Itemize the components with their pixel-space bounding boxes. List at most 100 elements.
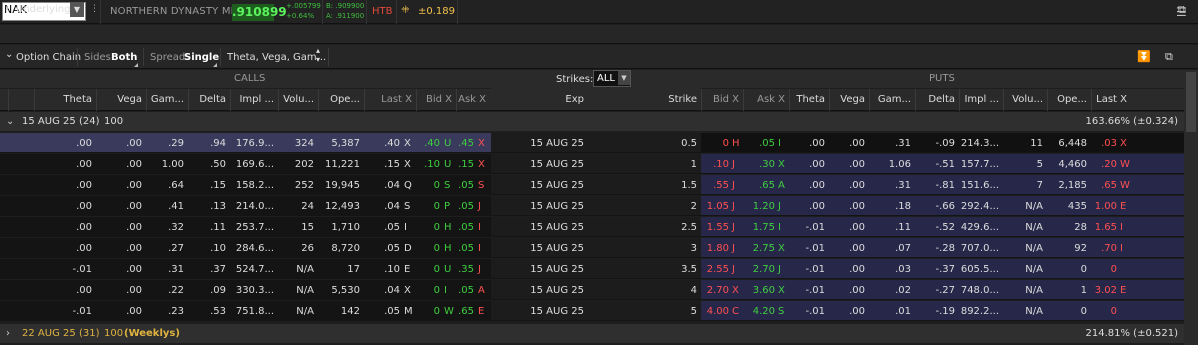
- put-bid[interactable]: 2.70: [701, 285, 729, 296]
- put-cell[interactable]: 7: [1003, 180, 1043, 191]
- put-cell[interactable]: N/A: [1003, 222, 1043, 233]
- put-cell[interactable]: .00: [829, 306, 865, 317]
- call-cell[interactable]: .41: [146, 201, 184, 212]
- call-price[interactable]: .35: [456, 264, 474, 275]
- put-cell[interactable]: .00: [829, 285, 865, 296]
- put-cell[interactable]: 429.6...: [959, 222, 999, 233]
- call-cell[interactable]: 5,530: [318, 285, 360, 296]
- put-cell[interactable]: -.19: [915, 306, 955, 317]
- call-cell[interactable]: .00: [96, 285, 142, 296]
- put-bid[interactable]: 1.80: [701, 243, 729, 254]
- detach-icon[interactable]: ⧉: [1178, 3, 1186, 17]
- put-last[interactable]: 1.00: [1091, 201, 1117, 212]
- call-cell[interactable]: 142: [318, 306, 360, 317]
- put-cell[interactable]: 1.06: [869, 159, 911, 170]
- call-cell[interactable]: .11: [188, 222, 226, 233]
- put-last[interactable]: 0: [1091, 306, 1117, 317]
- put-cell[interactable]: -.01: [789, 285, 825, 296]
- put-cell[interactable]: -.01: [789, 222, 825, 233]
- call-cell[interactable]: .64: [146, 180, 184, 191]
- call-cell[interactable]: 158.2...: [230, 180, 274, 191]
- put-cell[interactable]: .00: [829, 201, 865, 212]
- call-price[interactable]: .15: [364, 159, 400, 170]
- stepper-icon[interactable]: ▴ ▾: [316, 46, 320, 64]
- exp-column-header[interactable]: Exp: [491, 94, 584, 105]
- call-cell[interactable]: 26: [278, 243, 314, 254]
- put-cell[interactable]: N/A: [1003, 264, 1043, 275]
- put-cell[interactable]: 0: [1047, 264, 1087, 275]
- call-price[interactable]: .04: [364, 180, 400, 191]
- put-cell[interactable]: -.01: [789, 306, 825, 317]
- put-ask[interactable]: 2.75: [743, 243, 775, 254]
- call-price[interactable]: .05: [364, 243, 400, 254]
- call-cell[interactable]: 284.6...: [230, 243, 274, 254]
- put-column-header[interactable]: Ope...: [1047, 94, 1087, 105]
- call-price[interactable]: 0: [416, 264, 440, 275]
- call-cell[interactable]: .22: [146, 285, 184, 296]
- call-cell[interactable]: N/A: [278, 306, 314, 317]
- put-cell[interactable]: .01: [869, 306, 911, 317]
- call-cell[interactable]: 24: [278, 201, 314, 212]
- put-ask[interactable]: .65: [743, 180, 775, 191]
- put-cell[interactable]: N/A: [1003, 285, 1043, 296]
- put-column-header[interactable]: Delta: [915, 94, 955, 105]
- call-cell[interactable]: -.01: [34, 306, 92, 317]
- call-price[interactable]: .15: [456, 159, 474, 170]
- call-cell[interactable]: .50: [188, 159, 226, 170]
- put-bid[interactable]: .10: [701, 159, 729, 170]
- call-price[interactable]: .65: [456, 306, 474, 317]
- put-cell[interactable]: -.28: [915, 243, 955, 254]
- detach-icon[interactable]: ⧉: [1165, 50, 1173, 64]
- put-cell[interactable]: .07: [869, 243, 911, 254]
- put-column-header[interactable]: Vega: [829, 94, 865, 105]
- put-last[interactable]: .03: [1091, 138, 1117, 149]
- put-cell[interactable]: -.09: [915, 138, 955, 149]
- call-price[interactable]: .05: [456, 222, 474, 233]
- call-cell[interactable]: 214.0...: [230, 201, 274, 212]
- call-column-header[interactable]: Bid X: [416, 94, 452, 105]
- call-column-header[interactable]: Volu...: [278, 94, 314, 105]
- put-cell[interactable]: -.01: [789, 243, 825, 254]
- put-cell[interactable]: .00: [829, 264, 865, 275]
- put-cell[interactable]: N/A: [1003, 243, 1043, 254]
- call-cell[interactable]: 11,221: [318, 159, 360, 170]
- call-price[interactable]: .40: [416, 138, 440, 149]
- call-cell[interactable]: .00: [34, 159, 92, 170]
- put-ask[interactable]: 4.20: [743, 306, 775, 317]
- underlying-section[interactable]: [0, 25, 1198, 44]
- put-bid[interactable]: 1.05: [701, 201, 729, 212]
- call-price[interactable]: .40: [364, 138, 400, 149]
- put-cell[interactable]: 151.6...: [959, 180, 999, 191]
- call-cell[interactable]: .00: [34, 201, 92, 212]
- put-cell[interactable]: .00: [829, 180, 865, 191]
- call-cell[interactable]: 1,710: [318, 222, 360, 233]
- call-column-header[interactable]: Ope...: [318, 94, 360, 105]
- put-cell[interactable]: 6,448: [1047, 138, 1087, 149]
- call-cell[interactable]: .29: [146, 138, 184, 149]
- call-cell[interactable]: N/A: [278, 264, 314, 275]
- put-last[interactable]: .20: [1091, 159, 1117, 170]
- call-price[interactable]: 0: [416, 201, 440, 212]
- call-cell[interactable]: 15: [278, 222, 314, 233]
- put-cell[interactable]: 292.4...: [959, 201, 999, 212]
- put-cell[interactable]: .00: [789, 138, 825, 149]
- put-cell[interactable]: 2,185: [1047, 180, 1087, 191]
- call-price[interactable]: .05: [364, 222, 400, 233]
- scrollbar-thumb[interactable]: [1186, 72, 1196, 132]
- call-cell[interactable]: N/A: [278, 285, 314, 296]
- put-cell[interactable]: .31: [869, 180, 911, 191]
- put-cell[interactable]: 1: [1047, 285, 1087, 296]
- call-column-header[interactable]: Vega: [96, 94, 142, 105]
- put-column-header[interactable]: Ask X: [743, 94, 785, 105]
- put-cell[interactable]: .00: [789, 180, 825, 191]
- call-cell[interactable]: .23: [146, 306, 184, 317]
- call-column-header[interactable]: Theta: [34, 94, 92, 105]
- call-cell[interactable]: .15: [188, 180, 226, 191]
- call-price[interactable]: .45: [456, 138, 474, 149]
- put-cell[interactable]: 892.2...: [959, 306, 999, 317]
- put-cell[interactable]: .31: [869, 138, 911, 149]
- put-cell[interactable]: -.01: [789, 264, 825, 275]
- put-column-header[interactable]: Impl ...: [959, 94, 999, 105]
- call-cell[interactable]: 5,387: [318, 138, 360, 149]
- call-price[interactable]: .04: [364, 285, 400, 296]
